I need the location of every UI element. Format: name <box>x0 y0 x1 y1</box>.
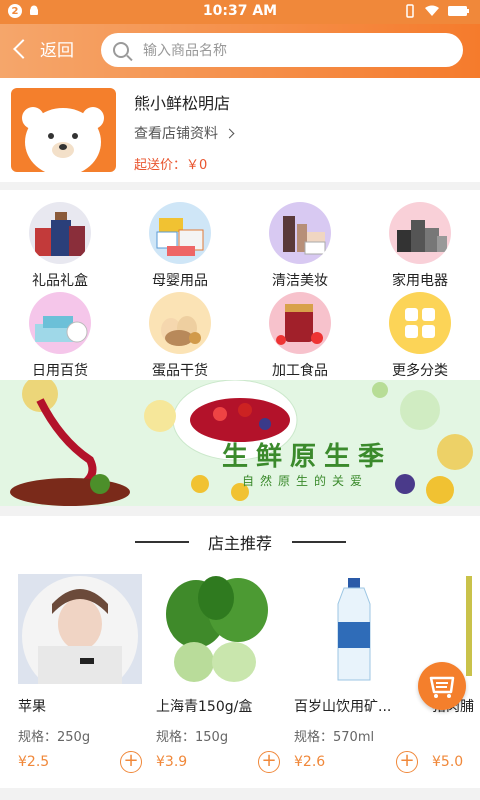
banner-title: 生鲜原生季 <box>222 442 393 472</box>
category-label: 蛋品干货 <box>152 363 208 379</box>
category-label: 清洁美妆 <box>272 273 328 289</box>
appliance-icon <box>389 202 451 264</box>
product-card[interactable]: 上海青150g/盒 规格：150g ¥3.9 + <box>156 574 282 773</box>
product-image <box>294 574 418 684</box>
category-cosmetics[interactable]: 清洁美妆 <box>240 202 360 290</box>
product-name: 百岁山饮用矿... <box>294 699 392 715</box>
product-price: ¥5.0 <box>432 754 464 770</box>
add-to-cart-button[interactable]: + <box>120 751 142 773</box>
product-price: ¥2.5 <box>18 754 50 770</box>
product-spec: 规格：250g <box>18 730 91 745</box>
chevron-left-icon <box>13 38 33 59</box>
category-processed-food[interactable]: 加工食品 <box>240 292 360 380</box>
category-baby[interactable]: 母婴用品 <box>120 202 240 290</box>
product-name: 上海青150g/盒 <box>156 699 253 715</box>
search-icon <box>113 42 129 58</box>
eggs-icon <box>149 292 211 354</box>
chevron-right-icon <box>224 128 235 138</box>
banner-subtitle: 自然原生的关爱 <box>242 474 369 488</box>
back-label: 返回 <box>40 41 74 61</box>
status-right <box>404 4 470 18</box>
cosmetics-icon <box>269 202 331 264</box>
category-label: 更多分类 <box>392 363 448 379</box>
cart-icon <box>429 676 455 698</box>
category-label: 日用百货 <box>32 363 88 379</box>
category-daily-goods[interactable]: 日用百货 <box>0 292 120 380</box>
store-logo <box>11 88 116 172</box>
product-price: ¥3.9 <box>156 754 188 770</box>
search-placeholder: 输入商品名称 <box>143 43 227 59</box>
category-more[interactable]: 更多分类 <box>360 292 480 380</box>
section-header: 店主推荐 <box>0 516 480 566</box>
add-to-cart-button[interactable]: + <box>258 751 280 773</box>
battery-icon <box>448 6 469 16</box>
product-card[interactable]: 百岁山饮用矿... 规格：570ml ¥2.6 + <box>294 574 420 773</box>
product-image <box>156 574 280 684</box>
min-delivery-price: 起送价：￥0 <box>134 158 208 173</box>
category-label: 家用电器 <box>392 273 448 289</box>
category-label: 母婴用品 <box>152 273 208 289</box>
cart-button[interactable] <box>418 662 466 710</box>
product-price: ¥2.6 <box>294 754 326 770</box>
status-bar: 2 10:37 AM <box>0 0 480 24</box>
processed-food-icon <box>269 292 331 354</box>
store-info: 熊小鲜松明店 查看店铺资料 起送价：￥0 <box>0 78 480 182</box>
category-grid: 礼品礼盒 母婴用品 清洁美妆 家用电器 日用百货 蛋品干货 加工食品 更多分类 <box>0 190 480 380</box>
category-gifts[interactable]: 礼品礼盒 <box>0 202 120 290</box>
product-list: 苹果 规格：250g ¥2.5 + 上海青150g/盒 规格：150g ¥3.9… <box>0 566 480 788</box>
store-info-link[interactable]: 查看店铺资料 <box>134 123 235 143</box>
bottom-spacer <box>0 788 480 800</box>
wifi-icon <box>425 5 439 16</box>
product-spec: 规格：150g <box>156 730 229 745</box>
search-input[interactable]: 输入商品名称 <box>101 33 463 67</box>
top-header: 返回 输入商品名称 <box>0 24 480 78</box>
more-grid-icon <box>389 292 451 354</box>
section-title: 店主推荐 <box>207 534 272 553</box>
product-spec: 规格：570ml <box>294 730 375 745</box>
promo-banner[interactable]: 生鲜原生季 自然原生的关爱 <box>0 380 480 506</box>
store-name: 熊小鲜松明店 <box>134 94 231 113</box>
baby-products-icon <box>149 202 211 264</box>
product-name: 苹果 <box>18 699 46 715</box>
category-label: 加工食品 <box>272 363 328 379</box>
vibrate-icon <box>406 4 414 18</box>
product-card[interactable]: 苹果 规格：250g ¥2.5 + <box>18 574 144 773</box>
product-image <box>18 574 142 684</box>
add-to-cart-button[interactable]: + <box>396 751 418 773</box>
category-label: 礼品礼盒 <box>32 273 88 289</box>
daily-goods-icon <box>29 292 91 354</box>
store-info-label: 查看店铺资料 <box>134 126 218 142</box>
back-button[interactable]: 返回 <box>10 36 74 61</box>
gift-box-icon <box>29 202 91 264</box>
category-eggs[interactable]: 蛋品干货 <box>120 292 240 380</box>
divider-right <box>292 541 346 543</box>
category-appliances[interactable]: 家用电器 <box>360 202 480 290</box>
